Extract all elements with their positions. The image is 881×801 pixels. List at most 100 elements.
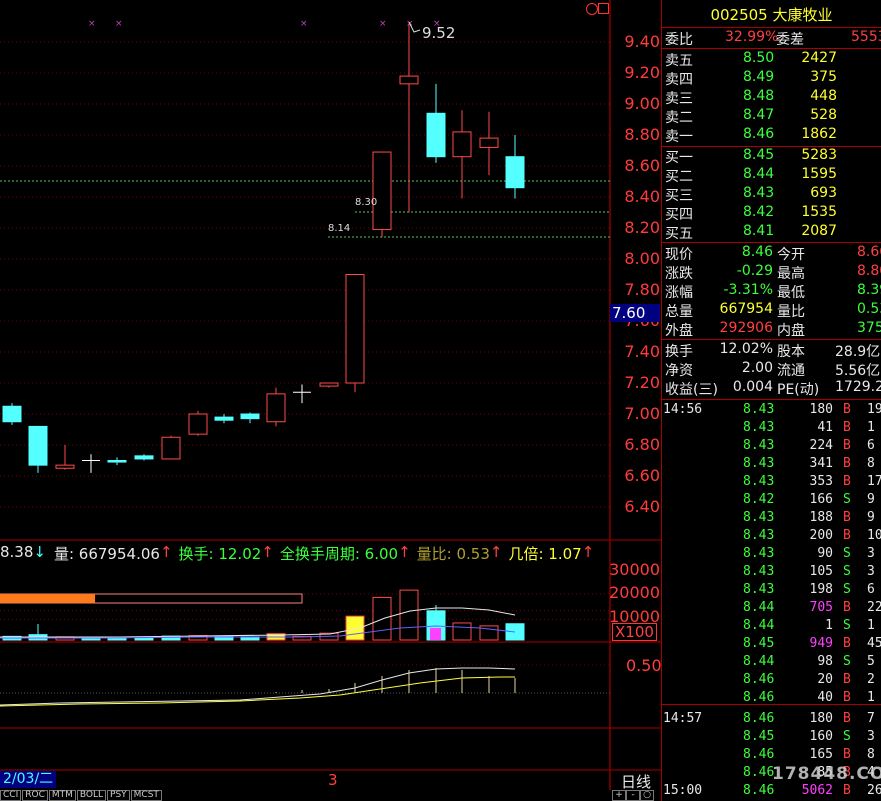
tick-volume: 166: [809, 492, 833, 507]
sell-level-row[interactable]: 卖一 8.46 1862: [665, 126, 881, 145]
tab-boll[interactable]: BOLL: [76, 790, 107, 801]
stat-row: 外盘 292906内盘 375048: [665, 320, 881, 339]
buy-level-row[interactable]: 买二 8.44 1595: [665, 166, 881, 185]
indicator-tabs: CCI ROC MTM BOLL PSY MCST: [0, 790, 163, 801]
tick-row: 8.43 224 B 6: [663, 438, 881, 456]
candle-body: [479, 137, 499, 148]
price-axis-label: 8.20: [624, 218, 660, 237]
candle-body: [214, 416, 234, 421]
tick-count: 9: [867, 492, 875, 507]
tick-direction: B: [843, 510, 851, 525]
tab-mcst[interactable]: MCST: [130, 790, 162, 801]
tick-direction: B: [843, 474, 851, 489]
tab-cci[interactable]: CCI: [0, 790, 22, 801]
level-volume: 1862: [801, 126, 837, 142]
kline-svg[interactable]: × × × × × ×: [0, 0, 661, 790]
candle-body: [399, 75, 419, 85]
indicator-item: 量比: 0.53: [416, 545, 490, 563]
tick-count: 10: [867, 528, 881, 543]
tick-count: 3: [867, 546, 875, 561]
tick-volume: 41: [817, 420, 833, 435]
level-label: 买二: [665, 169, 693, 185]
level-volume: 2087: [801, 223, 837, 239]
candle-body: [372, 151, 392, 231]
volume-bar: [399, 589, 419, 641]
stat-label: 外盘: [665, 323, 693, 339]
fundamental-row: 收益(三) 0.004 PE(动) 1729.2: [665, 379, 881, 398]
tick-volume: 160: [809, 729, 833, 744]
sell-level-row[interactable]: 卖三 8.48 448: [665, 88, 881, 107]
level-price: 8.41: [743, 223, 775, 239]
tick-price: 8.43: [743, 420, 775, 435]
tick-direction: B: [843, 600, 851, 615]
tick-count: 6: [867, 582, 875, 597]
stat-value: 8.66: [857, 244, 881, 260]
level-price: 8.46: [743, 126, 775, 142]
stock-name: 大康牧业: [772, 6, 833, 24]
menu-icon[interactable]: [586, 3, 598, 15]
zoom-out-button[interactable]: -: [626, 790, 640, 801]
kline-chart-area[interactable]: × × × × × × 9.52 8.30 8.14: [0, 0, 661, 790]
tick-count: 6: [867, 438, 875, 453]
buy-level-row[interactable]: 买三 8.43 693: [665, 185, 881, 204]
level-label: 卖五: [665, 53, 693, 69]
fundamental-row: 净资 2.00 流通 5.56亿: [665, 360, 881, 379]
tab-roc[interactable]: ROC: [22, 790, 48, 801]
price-axis-label: 7.20: [624, 373, 660, 392]
fund-label: 股本: [777, 344, 805, 360]
level-label: 买五: [665, 226, 693, 242]
tick-price: 8.43: [743, 510, 775, 525]
price-axis-label: 7.80: [624, 280, 660, 299]
tick-row: 14:57 8.46 180 B 7: [663, 711, 881, 729]
sell-level-row[interactable]: 卖二 8.47 528: [665, 107, 881, 126]
window-icon[interactable]: [598, 3, 609, 14]
tick-price: 8.46: [743, 690, 775, 705]
period-label[interactable]: 日线: [621, 771, 651, 792]
signal-marker: ×: [115, 19, 123, 29]
tick-row: 8.42 166 S 9: [663, 492, 881, 510]
tick-direction: S: [843, 654, 851, 669]
level-price: 8.45: [743, 147, 775, 163]
tick-price: 8.46: [743, 711, 775, 726]
price-axis-label: 9.00: [624, 94, 660, 113]
stat-value: 292906: [719, 320, 773, 336]
tab-psy[interactable]: PSY: [107, 790, 130, 801]
level-volume: 5283: [801, 147, 837, 163]
tick-volume: 40: [817, 690, 833, 705]
sell-level-row[interactable]: 卖四 8.49 375: [665, 69, 881, 88]
tick-row: 8.43 341 B 8: [663, 456, 881, 474]
price-axis-label: 6.60: [624, 466, 660, 485]
date-mark: 3: [328, 771, 338, 789]
tick-volume: 353: [809, 474, 833, 489]
buy-level-row[interactable]: 买四 8.42 1535: [665, 204, 881, 223]
level-price: 8.44: [743, 166, 775, 182]
tab-mtm[interactable]: MTM: [48, 790, 76, 801]
reset-button[interactable]: ○: [640, 790, 654, 801]
level-volume: 2427: [801, 50, 837, 66]
tick-direction: S: [843, 492, 851, 507]
tick-volume: 90: [817, 546, 833, 561]
tick-volume: 200: [809, 528, 833, 543]
tick-volume: 705: [809, 600, 833, 615]
price-axis-label: 9.20: [624, 63, 660, 82]
price-axis-label: 8.60: [624, 156, 660, 175]
candle-body: [345, 274, 365, 384]
tick-time: 14:57: [663, 711, 703, 726]
up-arrow-icon: ↑: [581, 543, 595, 561]
buy-level-row[interactable]: 买一 8.45 5283: [665, 147, 881, 166]
tick-count: 8: [867, 456, 875, 471]
level-volume: 693: [810, 185, 837, 201]
tick-count: 19: [867, 402, 881, 417]
level-volume: 375: [810, 69, 837, 85]
candle-body: [426, 112, 446, 158]
tick-direction: B: [843, 690, 851, 705]
sell-level-row[interactable]: 卖五 8.50 2427: [665, 50, 881, 69]
level-volume: 448: [810, 88, 837, 104]
stat-value: 8.39: [857, 282, 881, 298]
zoom-in-button[interactable]: +: [612, 790, 626, 801]
price-axis-label: 9.40: [624, 32, 660, 51]
buy-level-row[interactable]: 买五 8.41 2087: [665, 223, 881, 242]
candle-body: [55, 464, 75, 469]
indicator-item: 几倍: 1.07: [508, 545, 582, 563]
volume-highlight: [430, 628, 441, 640]
